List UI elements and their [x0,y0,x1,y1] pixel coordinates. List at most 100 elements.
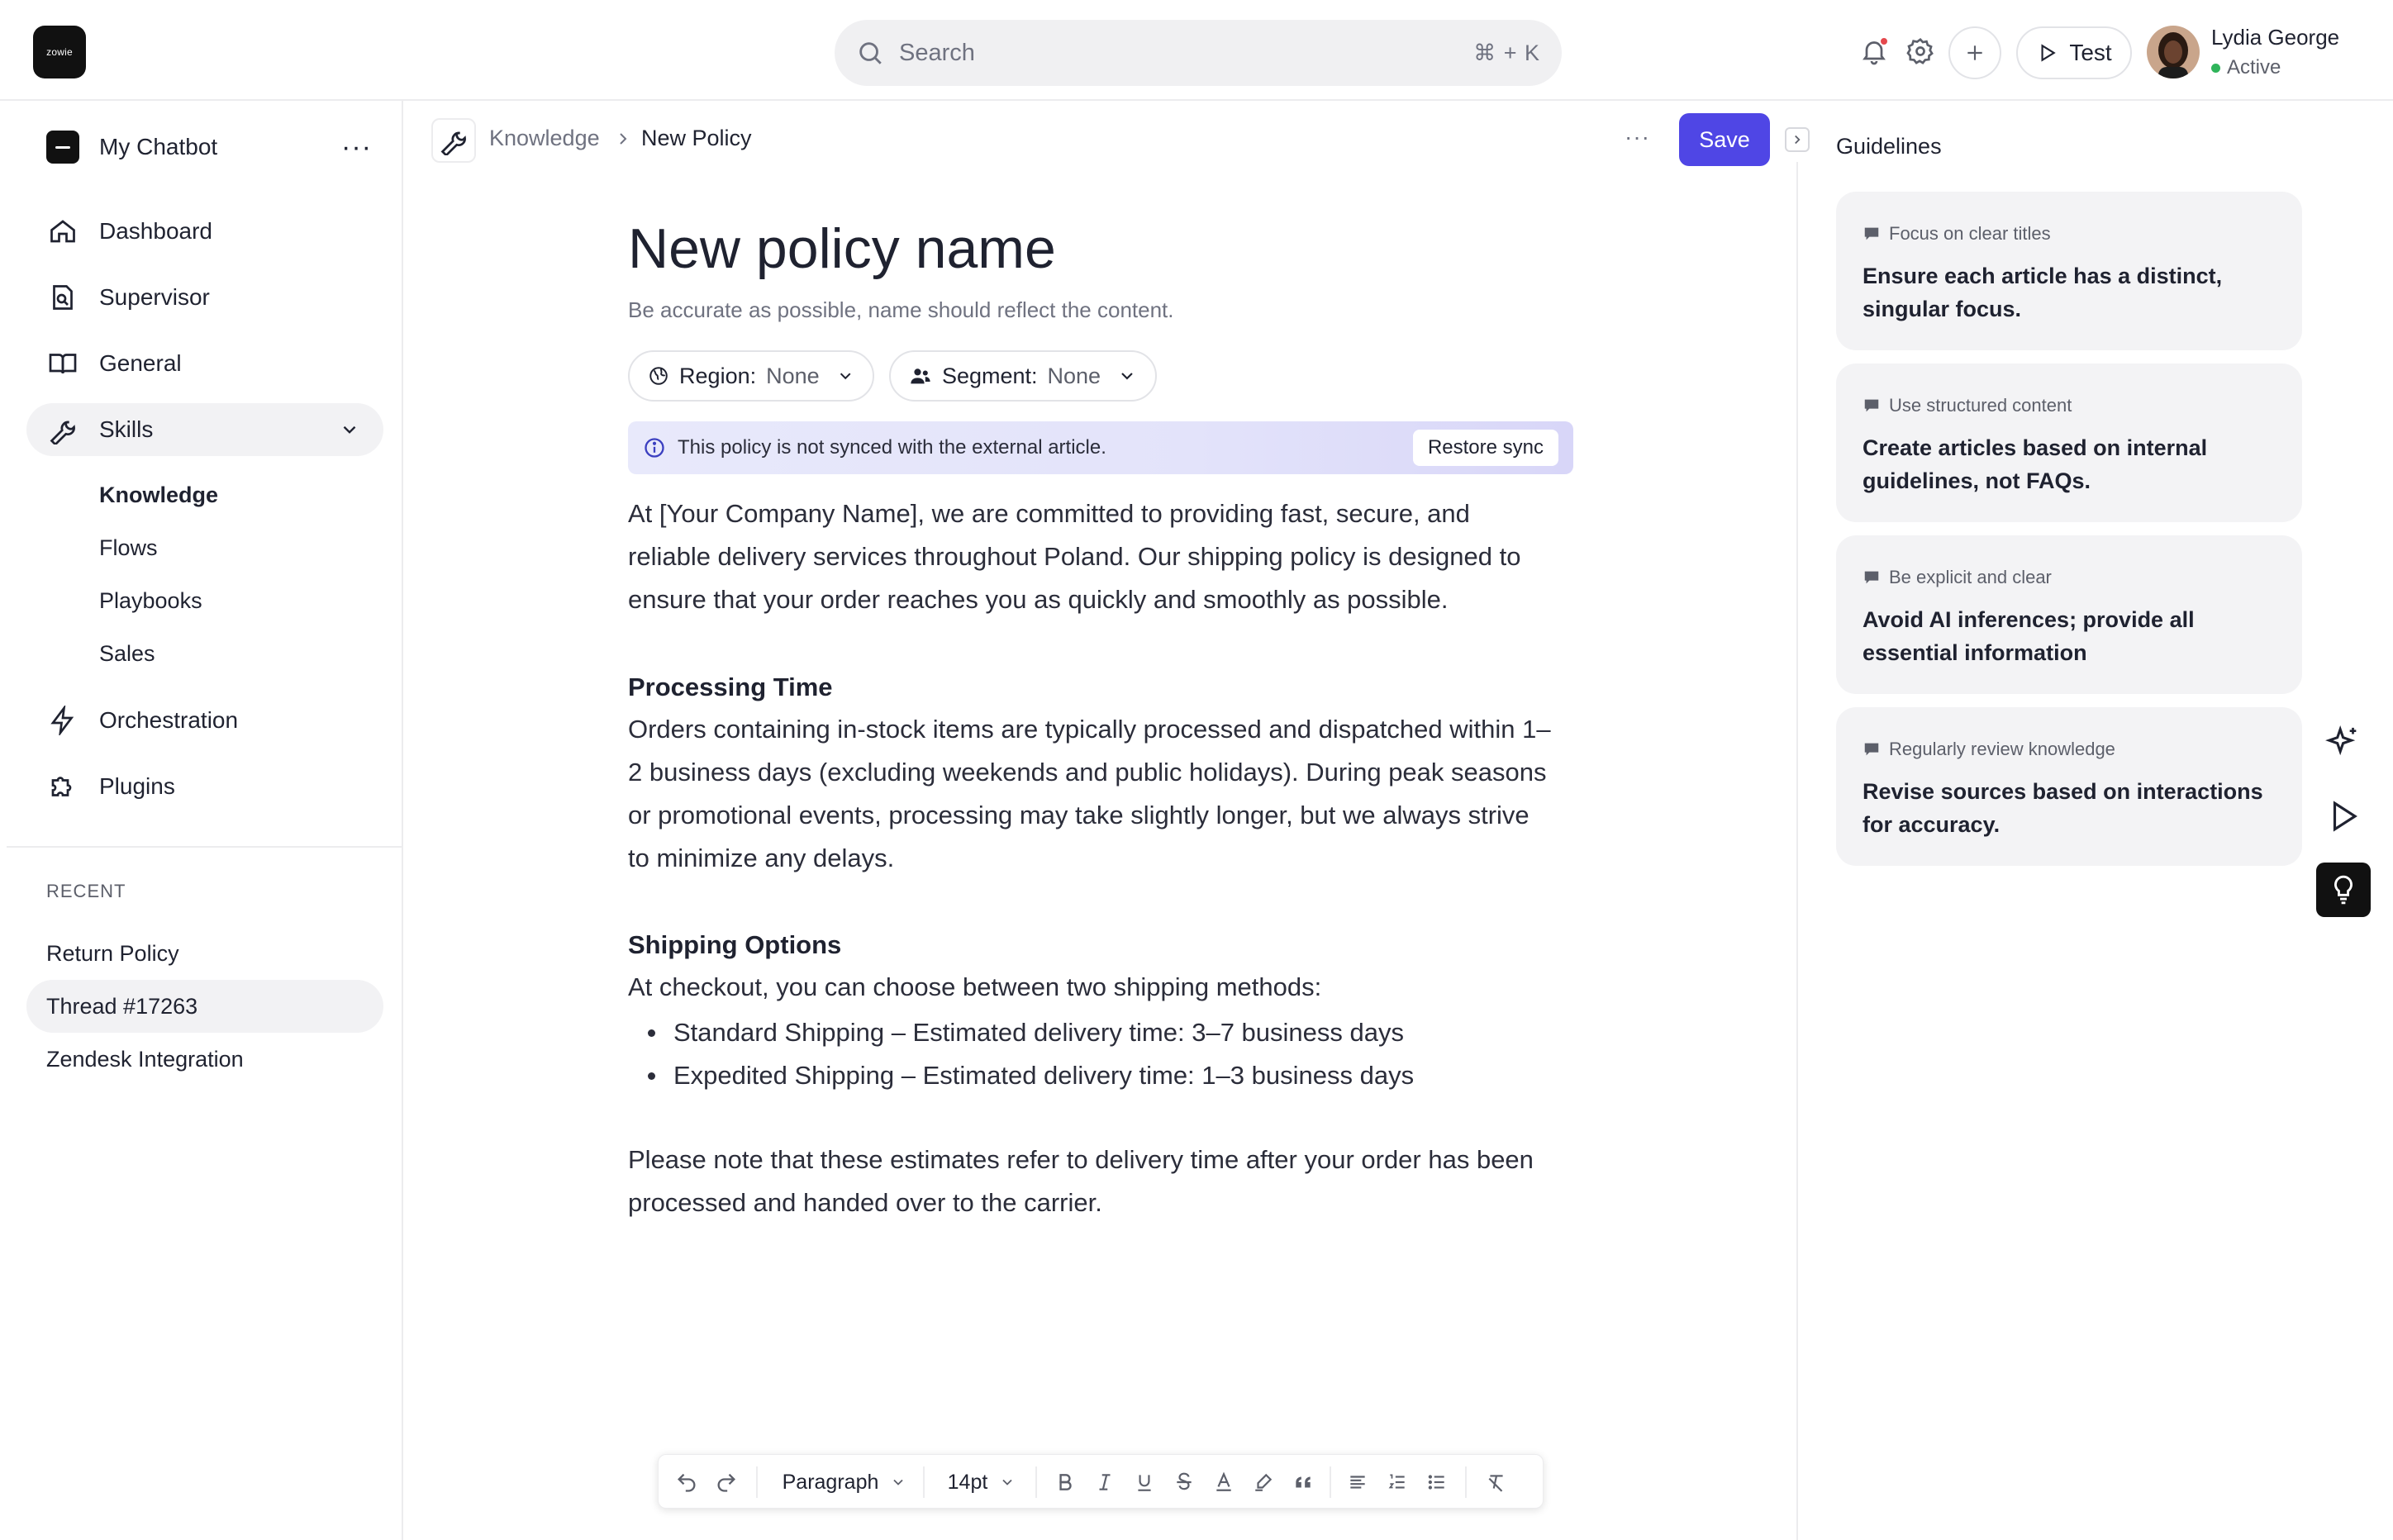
breadcrumb-knowledge[interactable]: Knowledge [489,126,600,151]
collapse-panel-icon[interactable] [1785,127,1810,152]
segment-dropdown[interactable]: Segment: None [889,350,1157,402]
sidebar-subitem-sales[interactable]: Sales [99,641,155,667]
underline-icon[interactable] [1128,1455,1161,1509]
sidebar-subitem-knowledge[interactable]: Knowledge [99,482,218,508]
block-style-dropdown[interactable]: Paragraph [773,1455,916,1509]
breadcrumb-current: New Policy [641,126,752,150]
editor-paragraph-processing[interactable]: Orders containing in-stock items are typ… [628,708,1578,880]
text-line: At [Your Company Name], we are committed… [628,499,1470,528]
plus-icon [1967,45,1982,60]
search-bar[interactable]: Search ⌘ + K [835,20,1562,86]
sidebar-item-label: Orchestration [99,707,239,733]
editor-paragraph-shipping[interactable]: At checkout, you can choose between two … [628,966,1578,1009]
user-status-label: Active [2227,56,2281,78]
clear-formatting-icon[interactable] [1480,1455,1513,1509]
font-size-label: 14pt [947,1470,988,1494]
undo-icon[interactable] [670,1455,703,1509]
sidebar-item-skills[interactable]: Skills [26,403,383,456]
play-preview-icon[interactable] [2322,795,2365,838]
heading-processing-time[interactable]: Processing Time [628,673,833,702]
notifications-bell-icon[interactable] [1856,33,1892,69]
italic-icon[interactable] [1088,1455,1121,1509]
recent-item[interactable]: Return Policy [26,927,383,980]
sidebar-subitem-flows[interactable]: Flows [99,535,158,561]
lightbulb-guidelines-icon[interactable] [2316,863,2371,917]
chevron-down-icon [1121,373,1133,380]
add-button[interactable] [1948,26,2001,79]
sparkle-ai-icon[interactable] [2322,722,2365,765]
speech-bubble-icon [1864,227,1879,240]
sidebar: My Chatbot ··· Dashboard Supervisor Gene… [0,101,403,1540]
guideline-text: Avoid AI inferences; provide all essenti… [1863,603,2276,669]
bot-selector[interactable]: My Chatbot ··· [46,129,372,165]
chevron-down-icon [1002,1479,1012,1485]
test-button[interactable]: Test [2016,26,2132,79]
segment-label: Segment: [941,363,1038,388]
speech-bubble-icon [1864,399,1879,412]
text-line: singular focus. [1863,297,2022,321]
toolbar-separator [1465,1466,1467,1498]
chevron-down-icon [840,373,851,380]
book-icon [46,347,79,380]
text-line: Revise sources based on interactions [1863,779,2263,804]
redo-icon[interactable] [710,1455,743,1509]
policy-title[interactable]: New policy name [628,216,1056,281]
guideline-tag-label: Regularly review knowledge [1889,739,2115,759]
text-line: At checkout, you can choose between two … [628,972,1322,1001]
wrench-icon [46,413,79,446]
sidebar-item-dashboard[interactable]: Dashboard [26,205,383,258]
speech-bubble-icon [1864,743,1879,756]
info-icon [645,438,664,458]
list-item[interactable]: Expedited Shipping – Estimated delivery … [648,1061,1414,1091]
chevron-down-icon [893,1479,904,1485]
text-color-icon[interactable] [1207,1455,1240,1509]
save-button[interactable]: Save [1679,113,1770,166]
restore-sync-button[interactable]: Restore sync [1412,430,1558,466]
quote-icon[interactable] [1287,1455,1320,1509]
bot-more-icon[interactable]: ··· [341,133,372,161]
more-options-icon[interactable]: ··· [1625,124,1650,150]
strikethrough-icon[interactable] [1168,1455,1201,1509]
toolbar-separator [756,1466,758,1498]
recent-item[interactable]: Thread #17263 [26,980,383,1033]
bullet-list-icon[interactable] [1420,1455,1453,1509]
sidebar-item-plugins[interactable]: Plugins [26,760,383,813]
user-avatar[interactable] [2147,26,2200,78]
region-dropdown[interactable]: Region: None [628,350,874,402]
recent-heading: RECENT [46,881,126,901]
status-dot [2211,63,2220,73]
sync-warning-text: This policy is not synced with the exter… [678,436,1106,459]
list-item-text: Standard Shipping – Estimated delivery t… [673,1018,1404,1047]
recent-item[interactable]: Zendesk Integration [26,1033,383,1086]
list-item[interactable]: Standard Shipping – Estimated delivery t… [648,1018,1404,1048]
test-button-label: Test [2069,40,2112,65]
speech-bubble-icon [1864,571,1879,584]
bold-icon[interactable] [1049,1455,1082,1509]
editor-paragraph-intro[interactable]: At [Your Company Name], we are committed… [628,492,1578,621]
text-line: or promotional events, processing may ta… [628,801,1530,829]
format-toolbar: Paragraph 14pt [658,1454,1544,1509]
sidebar-item-general[interactable]: General [26,337,383,390]
sync-warning-banner: This policy is not synced with the exter… [628,421,1573,474]
guideline-text: Revise sources based on interactions for… [1863,775,2276,841]
segment-value: None [1047,363,1101,388]
sidebar-item-label: Supervisor [99,284,210,310]
settings-gear-icon[interactable] [1902,33,1939,69]
sidebar-subitem-playbooks[interactable]: Playbooks [99,588,202,614]
text-line: for accuracy. [1863,812,2001,837]
editor-paragraph-note[interactable]: Please note that these estimates refer t… [628,1138,1578,1224]
font-size-dropdown[interactable]: 14pt [936,1455,1027,1509]
guideline-text: Create articles based on internal guidel… [1863,431,2276,497]
region-label: Region: [679,363,757,388]
sidebar-item-supervisor[interactable]: Supervisor [26,271,383,324]
text-line: ensure that your order reaches you as qu… [628,585,1449,614]
text-line: Orders containing in-stock items are typ… [628,715,1551,744]
app-logo[interactable]: zowie [33,26,86,78]
highlight-icon[interactable] [1247,1455,1280,1509]
align-left-icon[interactable] [1341,1455,1374,1509]
numbered-list-icon[interactable] [1381,1455,1414,1509]
heading-shipping-options[interactable]: Shipping Options [628,930,841,960]
sidebar-divider [7,846,403,848]
region-value: None [766,363,820,388]
sidebar-item-orchestration[interactable]: Orchestration [26,694,383,747]
